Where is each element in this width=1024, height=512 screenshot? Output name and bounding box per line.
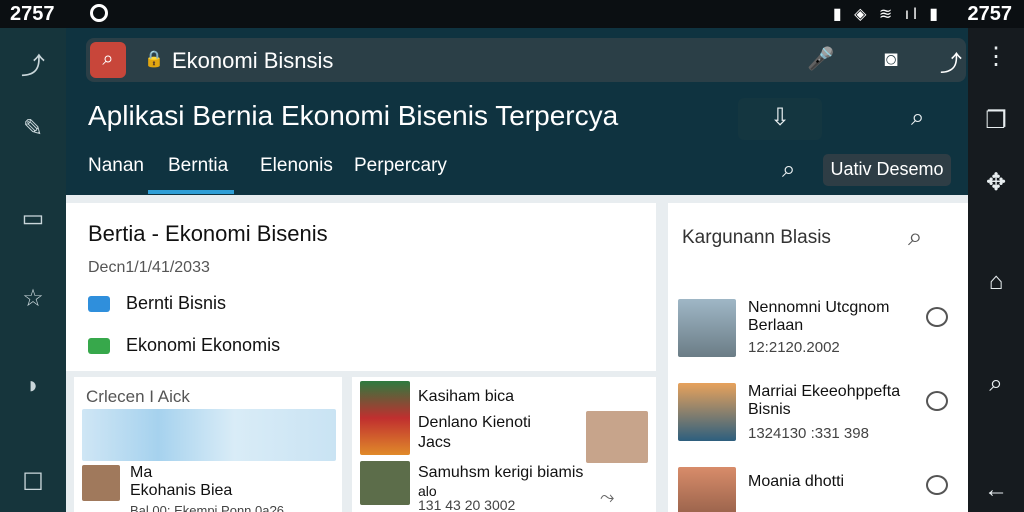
check-icon [88, 338, 110, 355]
status-time-right: 2757 [967, 3, 1013, 25]
camera-icon[interactable]: ◙ [876, 46, 906, 72]
folder-icon[interactable]: ▭ [13, 204, 53, 233]
share-icon[interactable]: ⤴ [13, 46, 53, 81]
search-icon[interactable]: ⌕ [908, 221, 923, 253]
portrait-image [586, 411, 648, 463]
comment-icon[interactable] [926, 307, 948, 327]
status-bar: 2757 ▮ ◈ ≋ ıl ▮ 2757 [0, 0, 1024, 28]
login-button[interactable]: Uativ Desemo [823, 154, 951, 186]
building-image [678, 467, 736, 512]
news-card-middle[interactable]: Kasiham bica Denlano Kienoti Jacs Samuhs… [352, 377, 656, 512]
list-item-title: Nennomni Utcgnom Berlaan [748, 299, 890, 334]
city-image [678, 299, 736, 357]
lock-icon: 🔒 [144, 51, 164, 68]
search-icon[interactable]: ⌕ [911, 104, 924, 132]
star-icon[interactable]: ☆ [13, 284, 53, 313]
list-item[interactable]: Nennomni Utcgnom Berlaan 12:2120.2002 [678, 299, 948, 359]
person-image [678, 383, 736, 441]
article-date: Decn1/1/41/2033 [88, 259, 210, 276]
active-tab-indicator [148, 190, 234, 194]
article-row[interactable]: Ekonomi Ekonomis [88, 335, 280, 356]
card-date: 131 43 20 3002 [418, 497, 516, 512]
chat-icon [88, 296, 110, 313]
comment-icon[interactable] [926, 475, 948, 495]
article-row-label: Bernti Bisnis [126, 293, 227, 313]
home-icon[interactable]: ⌂ [976, 268, 1016, 296]
app-logo-icon [90, 4, 108, 22]
article-row-label: Ekonomi Ekonomis [126, 335, 281, 355]
status-icons: ▮ ◈ ≋ ıl ▮ [832, 6, 942, 23]
audio-icon[interactable]: ◗ [13, 372, 53, 400]
search-icon[interactable]: ⌕ [782, 156, 795, 184]
food-image [82, 465, 120, 501]
card-label: Crlecen I Aick [86, 387, 190, 406]
share-icon[interactable]: ⤴ [936, 46, 966, 78]
card-caption: Ma [130, 464, 153, 481]
card-title[interactable]: Samuhsm kerigi biamis [418, 463, 583, 483]
url-bar[interactable]: ⌕ 🔒 Ekonomi Bisnsis 🎤 ◙ ⤴ [86, 38, 966, 82]
page-title: Aplikasi Bernia Ekonomi Bisenis Terpercy… [88, 100, 619, 131]
share-icon[interactable]: ⤳ [600, 487, 614, 507]
square-icon[interactable]: ☐ [13, 468, 53, 497]
status-time-left: 2757 [10, 3, 55, 25]
list-item-title: Moania dhotti [748, 473, 845, 490]
more-menu-icon[interactable]: ⋮ [976, 42, 1016, 71]
sidebar-panel: Kargunann Blasis ⌕ Nennomni Utcgnom Berl… [668, 203, 968, 512]
mosaic-image [360, 381, 410, 455]
tab-elenonis[interactable]: Elenonis [260, 155, 333, 177]
list-item[interactable]: Marriai Ekeeohppefta Bisnis 1324130 :331… [678, 383, 948, 443]
tab-perpercary[interactable]: Perpercary [354, 155, 447, 177]
tools-icon[interactable]: ✎ [13, 114, 53, 143]
street-image [360, 461, 410, 505]
tab-nanan[interactable]: Nanan [88, 155, 144, 177]
card-title[interactable]: Kasiham bica [418, 387, 514, 407]
search-icon[interactable]: ⌕ [90, 42, 126, 78]
url-text[interactable]: Ekonomi Bisnsis [172, 48, 333, 74]
move-icon[interactable]: ✥ [976, 168, 1016, 197]
news-card-left[interactable]: Crlecen I Aick Ma Ekohanis Biea Bal 00: … [74, 377, 342, 512]
article-card[interactable]: Bertia - Ekonomi Bisenis Decn1/1/41/2033… [66, 203, 656, 371]
card-subtitle: Denlano Kienoti [418, 414, 531, 431]
card-caption: Bal 00: Ekempi Ponn 0a?6 [130, 503, 284, 512]
list-item[interactable]: Moania dhotti [678, 467, 948, 512]
left-rail: ⤴ ✎ ▭ ☆ ◗ ☐ [0, 28, 66, 512]
card-tag: Jacs [418, 434, 451, 451]
devices-image [82, 409, 336, 461]
window-icon[interactable]: ❐ [976, 106, 1016, 135]
app-header: ⌕ 🔒 Ekonomi Bisnsis 🎤 ◙ ⤴ Aplikasi Berni… [66, 28, 968, 195]
sidebar-title: Kargunann Blasis [682, 227, 831, 248]
bookmark-icon[interactable]: ⇩ [738, 98, 822, 140]
card-caption: Ekohanis Biea [130, 482, 233, 499]
list-item-date: 1324130 :331 398 [748, 425, 869, 442]
comment-icon[interactable] [926, 391, 948, 411]
right-rail: ⋮ ❐ ✥ ⌂ ⌕ ← [968, 28, 1024, 512]
back-arrow-icon[interactable]: ← [976, 476, 1016, 504]
search-icon[interactable]: ⌕ [976, 370, 1016, 398]
list-item-title: Marriai Ekeeohppefta Bisnis [748, 383, 901, 418]
main-content: Bertia - Ekonomi Bisenis Decn1/1/41/2033… [66, 195, 968, 512]
article-title[interactable]: Bertia - Ekonomi Bisenis [88, 221, 328, 247]
article-row[interactable]: Bernti Bisnis [88, 293, 226, 314]
list-item-date: 12:2120.2002 [748, 339, 840, 356]
mic-icon[interactable]: 🎤 [806, 46, 836, 72]
tab-berntia[interactable]: Berntia [168, 155, 228, 177]
